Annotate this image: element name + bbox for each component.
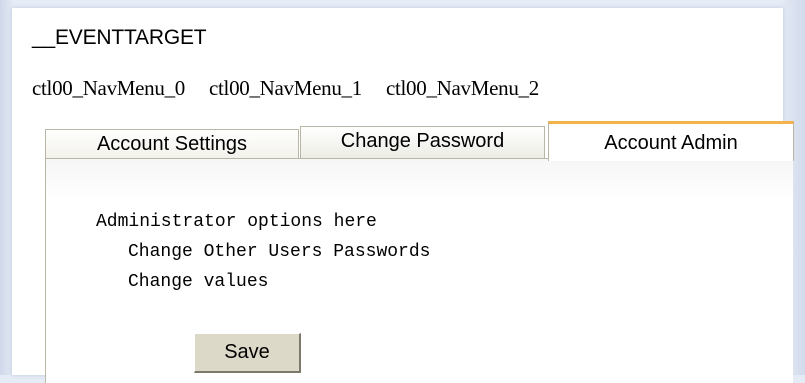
nav-menu-item-1[interactable]: ctl00_NavMenu_1 <box>209 76 362 101</box>
tab-account-settings[interactable]: Account Settings <box>45 129 299 159</box>
tab-panel-account-admin: Administrator options here Change Other … <box>45 158 793 383</box>
tab-label: Change Password <box>340 130 505 152</box>
nav-menu-item-0[interactable]: ctl00_NavMenu_0 <box>32 76 185 101</box>
save-button[interactable]: Save <box>194 333 301 373</box>
panel-header-fade <box>46 159 793 199</box>
option-change-passwords: Change Other Users Passwords <box>128 242 431 262</box>
page-container: __EVENTTARGET ctl00_NavMenu_0 ctl00_NavM… <box>12 8 794 383</box>
tab-label: Account Settings <box>96 133 248 155</box>
option-change-values: Change values <box>128 272 269 292</box>
tab-strip: Account Settings Change Password Account… <box>45 121 794 161</box>
panel-heading: Administrator options here <box>96 212 377 232</box>
tab-label: Account Admin <box>604 132 738 154</box>
nav-menu-item-2[interactable]: ctl00_NavMenu_2 <box>386 76 539 101</box>
tab-change-password[interactable]: Change Password <box>300 126 545 159</box>
tab-account-admin[interactable]: Account Admin <box>548 121 794 161</box>
window-edge-left <box>0 0 12 375</box>
event-target-label: __EVENTTARGET <box>32 26 207 49</box>
nav-menu: ctl00_NavMenu_0 ctl00_NavMenu_1 ctl00_Na… <box>32 76 563 101</box>
